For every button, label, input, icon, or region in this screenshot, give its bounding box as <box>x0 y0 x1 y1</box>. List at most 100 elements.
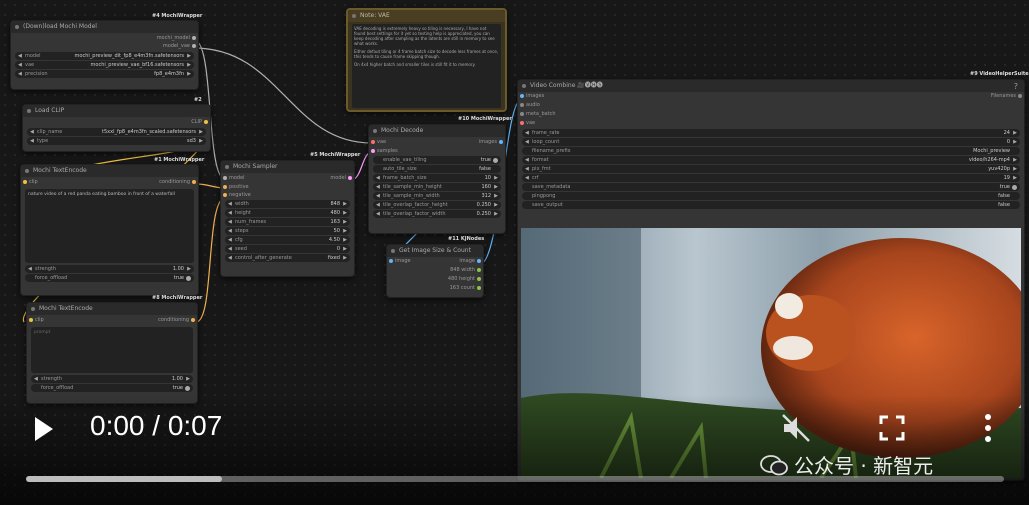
arrow-left-icon[interactable]: ◀ <box>228 254 232 262</box>
note-textarea[interactable]: VAE decoding is extremely heavy so tilin… <box>352 24 501 108</box>
save-metadata-toggle[interactable]: save_metadata true <box>522 183 1020 191</box>
arrow-left-icon[interactable]: ◀ <box>228 218 232 226</box>
clip-input-port[interactable] <box>29 318 33 322</box>
format-combo[interactable]: ◀ format video/h264-mp4 ▶ <box>522 156 1020 164</box>
arrow-right-icon[interactable]: ▶ <box>199 128 203 136</box>
arrow-right-icon[interactable]: ▶ <box>343 209 347 217</box>
images-input-port[interactable] <box>520 94 524 98</box>
arrow-left-icon[interactable]: ◀ <box>28 265 32 273</box>
arrow-right-icon[interactable]: ▶ <box>343 254 347 262</box>
arrow-left-icon[interactable]: ◀ <box>18 52 22 60</box>
arrow-right-icon[interactable]: ▶ <box>343 227 347 235</box>
download-mochi-model-node[interactable]: (Down)load Mochi Model mochi_model model… <box>10 20 199 90</box>
samples-input-port[interactable] <box>371 149 375 153</box>
arrow-left-icon[interactable]: ◀ <box>34 375 38 383</box>
model-input-port[interactable] <box>223 176 227 180</box>
auto-tile-size-toggle[interactable]: auto_tile_size false <box>373 165 501 173</box>
arrow-right-icon[interactable]: ▶ <box>494 183 498 191</box>
arrow-right-icon[interactable]: ▶ <box>187 265 191 273</box>
frame-rate-number[interactable]: ◀ frame_rate 24 ▶ <box>522 129 1020 137</box>
tile-min-width-number[interactable]: ◀ tile_sample_min_width 312 ▶ <box>373 192 501 200</box>
arrow-left-icon[interactable]: ◀ <box>18 70 22 78</box>
width-output-port[interactable] <box>477 268 481 272</box>
arrow-right-icon[interactable]: ▶ <box>494 192 498 200</box>
help-icon[interactable]: ? <box>1014 82 1018 91</box>
steps-number[interactable]: ◀ steps 50 ▶ <box>225 227 350 235</box>
arrow-left-icon[interactable]: ◀ <box>228 236 232 244</box>
arrow-left-icon[interactable]: ◀ <box>376 192 380 200</box>
arrow-left-icon[interactable]: ◀ <box>228 227 232 235</box>
clip-output-port[interactable] <box>204 120 208 124</box>
arrow-right-icon[interactable]: ▶ <box>1013 165 1017 173</box>
strength-number[interactable]: ◀ strength 1.00 ▶ <box>31 375 193 383</box>
pix-fmt-combo[interactable]: ◀ pix_fmt yuv420p ▶ <box>522 165 1020 173</box>
crf-number[interactable]: ◀ crf 19 ▶ <box>522 174 1020 182</box>
arrow-left-icon[interactable]: ◀ <box>30 137 34 145</box>
enable-vae-tiling-toggle[interactable]: enable_vae_tiling true <box>373 156 501 164</box>
cfg-number[interactable]: ◀ cfg 4.50 ▶ <box>225 236 350 244</box>
conditioning-output-port[interactable] <box>191 318 195 322</box>
num-frames-number[interactable]: ◀ num_frames 163 ▶ <box>225 218 350 226</box>
load-clip-node[interactable]: Load CLIP CLIP ◀ clip_name t5xxl_fp8_e4m3f… <box>22 104 211 152</box>
conditioning-output-port[interactable] <box>192 180 196 184</box>
arrow-left-icon[interactable]: ◀ <box>30 128 34 136</box>
vae-input-port[interactable] <box>520 121 524 125</box>
save-output-toggle[interactable]: save_output false <box>522 201 1020 209</box>
arrow-right-icon[interactable]: ▶ <box>186 375 190 383</box>
arrow-right-icon[interactable]: ▶ <box>343 245 347 253</box>
force-offload-toggle[interactable]: force_offload true <box>31 384 193 392</box>
arrow-left-icon[interactable]: ◀ <box>376 174 380 182</box>
width-number[interactable]: ◀ width 848 ▶ <box>225 200 350 208</box>
play-icon[interactable] <box>32 415 56 443</box>
arrow-left-icon[interactable]: ◀ <box>525 138 529 146</box>
strength-number[interactable]: ◀ strength 1.00 ▶ <box>25 265 194 273</box>
arrow-right-icon[interactable]: ▶ <box>187 70 191 78</box>
arrow-right-icon[interactable]: ▶ <box>343 200 347 208</box>
tile-overlap-width-number[interactable]: ◀ tile_overlap_factor_width 0.250 ▶ <box>373 210 501 218</box>
arrow-right-icon[interactable]: ▶ <box>199 137 203 145</box>
mochi-textencode-negative-node[interactable]: Mochi TextEncode clip conditioning prompt… <box>26 302 198 404</box>
vae-input-port[interactable] <box>371 140 375 144</box>
control-after-generate-combo[interactable]: ◀ control_after_generate fixed ▶ <box>225 254 350 262</box>
arrow-left-icon[interactable]: ◀ <box>228 245 232 253</box>
image-output-port[interactable] <box>477 259 481 263</box>
audio-input-port[interactable] <box>520 103 524 107</box>
samples-output-port[interactable] <box>348 176 352 180</box>
arrow-left-icon[interactable]: ◀ <box>525 156 529 164</box>
height-output-port[interactable] <box>477 277 481 281</box>
mochi-decode-node[interactable]: Mochi Decode vae images samples enable_va… <box>368 124 506 234</box>
positive-input-port[interactable] <box>223 185 227 189</box>
image-input-port[interactable] <box>389 259 393 263</box>
type-combo[interactable]: ◀ type sd3 ▶ <box>27 137 206 145</box>
height-number[interactable]: ◀ height 480 ▶ <box>225 209 350 217</box>
arrow-right-icon[interactable]: ▶ <box>494 174 498 182</box>
note-vae-node[interactable]: Note: VAE VAE decoding is extremely heav… <box>346 8 507 112</box>
arrow-left-icon[interactable]: ◀ <box>228 200 232 208</box>
prompt-textarea[interactable]: nature video of a red panda eating bambo… <box>25 189 194 263</box>
model-combo[interactable]: ◀ model mochi_preview_dit_fp8_e4m3fn.safet… <box>15 52 194 60</box>
arrow-left-icon[interactable]: ◀ <box>228 209 232 217</box>
arrow-right-icon[interactable]: ▶ <box>1013 138 1017 146</box>
arrow-right-icon[interactable]: ▶ <box>494 201 498 209</box>
meta-batch-input-port[interactable] <box>520 112 524 116</box>
negative-input-port[interactable] <box>223 193 227 197</box>
pingpong-toggle[interactable]: pingpong false <box>522 192 1020 200</box>
clip-name-combo[interactable]: ◀ clip_name t5xxl_fp8_e4m3fn_scaled.safete… <box>27 128 206 136</box>
images-output-port[interactable] <box>499 140 503 144</box>
mochi-textencode-positive-node[interactable]: Mochi TextEncode clip conditioning nature… <box>20 164 199 296</box>
loop-count-number[interactable]: ◀ loop_count 0 ▶ <box>522 138 1020 146</box>
node-graph-canvas[interactable]: #4 MochiWrapper (Down)load Mochi Model m… <box>0 0 1029 505</box>
arrow-right-icon[interactable]: ▶ <box>187 61 191 69</box>
arrow-left-icon[interactable]: ◀ <box>525 129 529 137</box>
arrow-right-icon[interactable]: ▶ <box>494 210 498 218</box>
arrow-right-icon[interactable]: ▶ <box>343 218 347 226</box>
model-vae-output-port[interactable] <box>192 44 196 48</box>
arrow-right-icon[interactable]: ▶ <box>187 52 191 60</box>
count-output-port[interactable] <box>477 286 481 290</box>
arrow-right-icon[interactable]: ▶ <box>1013 174 1017 182</box>
progress-track[interactable] <box>26 476 1004 482</box>
frame-batch-size-number[interactable]: ◀ frame_batch_size 10 ▶ <box>373 174 501 182</box>
get-image-size-node[interactable]: Get Image Size & Count image image 848 wi… <box>386 244 484 298</box>
force-offload-toggle[interactable]: force_offload true <box>25 274 194 282</box>
prompt-textarea[interactable]: prompt <box>31 327 193 373</box>
